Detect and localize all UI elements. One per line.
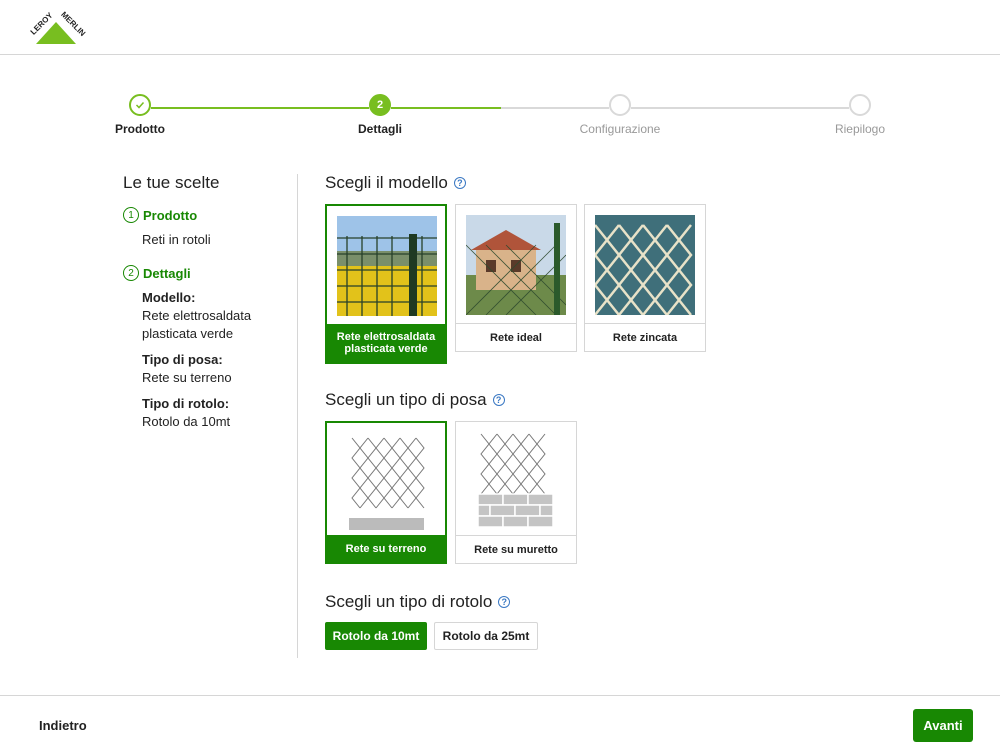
mesh-on-ground-icon	[349, 437, 425, 530]
rotolo-section-title: Scegli un tipo di rotolo ?	[325, 592, 511, 612]
model-section-title: Scegli il modello ?	[325, 173, 466, 193]
summary-title: Le tue scelte	[123, 173, 220, 192]
field-key: Tipo di rotolo:	[142, 396, 230, 411]
posa-option-muretto[interactable]: Rete su muretto	[455, 421, 577, 564]
vertical-divider	[297, 174, 298, 658]
option-label: Rete su terreno	[327, 535, 445, 562]
rotolo-option-25mt[interactable]: Rotolo da 25mt	[434, 622, 538, 650]
option-label: Rete ideal	[456, 323, 576, 351]
help-icon[interactable]: ?	[492, 394, 505, 406]
summary-field-modello: Modello: Rete elettrosaldata plasticata …	[142, 289, 293, 343]
summary-step-label: Prodotto	[143, 207, 198, 223]
summary-step-prodotto[interactable]: 1 Prodotto	[123, 207, 293, 223]
check-icon	[129, 94, 151, 116]
option-label: Rete su muretto	[456, 535, 576, 563]
step-label: Riepilogo	[834, 122, 886, 136]
step-number: 2	[369, 94, 391, 116]
step-configurazione: Configurazione	[560, 94, 680, 136]
field-key: Tipo di posa:	[142, 352, 223, 367]
choices-summary: Le tue scelte 1 Prodotto Reti in rotoli …	[123, 173, 293, 439]
step-circle	[609, 94, 631, 116]
model-option-elettrosaldata[interactable]: Rete elettrosaldata plasticata verde	[325, 204, 447, 364]
progress-stepper: Prodotto 2 Dettagli Configurazione Riepi…	[0, 94, 1000, 144]
help-icon[interactable]: ?	[498, 596, 511, 608]
field-value: Rotolo da 10mt	[142, 414, 231, 429]
summary-value: Reti in rotoli	[142, 232, 211, 247]
summary-field-rotolo: Tipo di rotolo: Rotolo da 10mt	[142, 395, 293, 431]
step-label: Dettagli	[357, 122, 402, 136]
step-prodotto[interactable]: Prodotto	[80, 94, 200, 136]
back-button[interactable]: Indietro	[39, 718, 87, 733]
section-title-text: Scegli il modello	[325, 173, 448, 192]
next-button[interactable]: Avanti	[913, 709, 973, 742]
posa-section-title: Scegli un tipo di posa ?	[325, 390, 505, 410]
fence-zinc-image	[595, 215, 695, 315]
summary-field-posa: Tipo di posa: Rete su terreno	[142, 351, 293, 387]
option-label: Rete elettrosaldata plasticata verde	[327, 324, 445, 362]
field-value: Rete elettrosaldata plasticata verde	[142, 308, 252, 341]
header: LEROY MERLIN	[0, 0, 1000, 55]
posa-option-terreno[interactable]: Rete su terreno	[325, 421, 447, 564]
step-riepilogo: Riepilogo	[800, 94, 920, 136]
step-label: Prodotto	[115, 122, 165, 136]
option-label: Rete zincata	[585, 323, 705, 351]
leroy-merlin-logo[interactable]: LEROY MERLIN	[26, 8, 86, 48]
field-value: Rete su terreno	[142, 370, 232, 385]
step-circle	[849, 94, 871, 116]
step-label: Configurazione	[579, 122, 661, 136]
section-title-text: Scegli un tipo di posa	[325, 390, 487, 409]
rotolo-option-10mt[interactable]: Rotolo da 10mt	[325, 622, 427, 650]
summary-step-dettagli[interactable]: 2 Dettagli	[123, 265, 293, 281]
section-title-text: Scegli un tipo di rotolo	[325, 592, 493, 611]
step-dettagli[interactable]: 2 Dettagli	[320, 94, 440, 136]
step-number: 1	[123, 207, 139, 223]
help-icon[interactable]: ?	[453, 177, 466, 189]
mesh-on-wall-icon	[477, 433, 554, 528]
fence-ideal-image	[466, 215, 566, 315]
fence-green-image	[337, 216, 437, 316]
footer: Indietro Avanti	[0, 695, 1000, 752]
field-key: Modello:	[142, 290, 196, 305]
step-number: 2	[123, 265, 139, 281]
model-option-ideal[interactable]: Rete ideal	[455, 204, 577, 352]
summary-step-label: Dettagli	[143, 265, 191, 281]
model-option-zincata[interactable]: Rete zincata	[584, 204, 706, 352]
